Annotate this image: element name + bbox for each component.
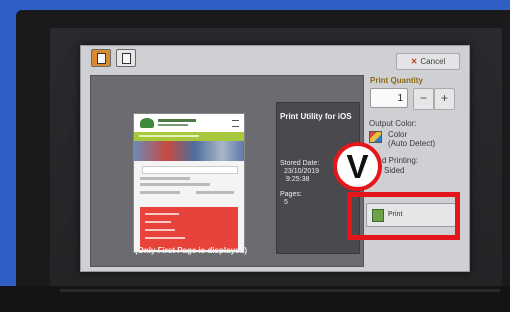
thumb-text-row <box>140 177 190 180</box>
quantity-decrement-button[interactable]: − <box>413 88 434 110</box>
output-color-value: Color <box>388 130 408 139</box>
document-icon <box>97 53 106 64</box>
quantity-input[interactable]: 1 <box>370 88 408 108</box>
thumb-green-text <box>139 135 199 137</box>
thumb-red-line <box>145 237 185 239</box>
document-tab[interactable] <box>91 49 111 67</box>
thumb-green-bar <box>134 132 244 141</box>
output-color-label: Output Color: <box>369 119 417 128</box>
output-color-detail: (Auto Detect) <box>388 139 436 148</box>
thumb-text-row <box>140 183 210 186</box>
stored-date-label: Stored Date: <box>280 160 320 167</box>
thumb-header <box>134 114 244 132</box>
annotation-badge: V <box>333 142 382 191</box>
thumb-red-line <box>145 221 171 223</box>
thumb-search-field <box>142 166 238 174</box>
thumb-photo <box>134 141 244 161</box>
print-quantity-label: Print Quantity <box>370 76 423 85</box>
thumb-logo <box>140 118 154 128</box>
thumb-title-line <box>158 119 196 122</box>
thumb-red-block <box>140 207 238 250</box>
thumb-text-row <box>140 191 180 194</box>
close-icon: ✕ <box>410 57 418 66</box>
document-title: Print Utility for iOS <box>280 112 352 121</box>
color-output-icon <box>369 131 382 143</box>
thumb-subtitle-line <box>158 124 188 126</box>
thumb-menu-icon <box>232 120 239 127</box>
pages-value: 5 <box>284 199 288 206</box>
pages-label: Pages: <box>280 191 302 198</box>
sided-printing-label: d Printing: <box>382 156 419 165</box>
cancel-button[interactable]: ✕ Cancel <box>396 53 460 70</box>
stored-time-value: 9:25:38 <box>286 176 310 183</box>
layout-icon <box>122 53 131 64</box>
cancel-label: Cancel <box>420 57 446 66</box>
quantity-increment-button[interactable]: + <box>434 88 455 110</box>
sided-printing-value: Sided <box>384 166 405 175</box>
page-preview-thumbnail <box>133 113 245 253</box>
thumb-text-row <box>196 191 234 194</box>
thumb-red-line <box>145 213 179 215</box>
layout-tab[interactable] <box>116 49 136 67</box>
ledge-reflection <box>60 289 500 292</box>
background-left <box>0 0 16 312</box>
highlight-box <box>347 192 460 240</box>
stored-date-value: 23/10/2019 <box>284 168 320 175</box>
thumb-red-line <box>145 229 175 231</box>
preview-caption: (Only First Page is displayed) <box>134 246 248 255</box>
